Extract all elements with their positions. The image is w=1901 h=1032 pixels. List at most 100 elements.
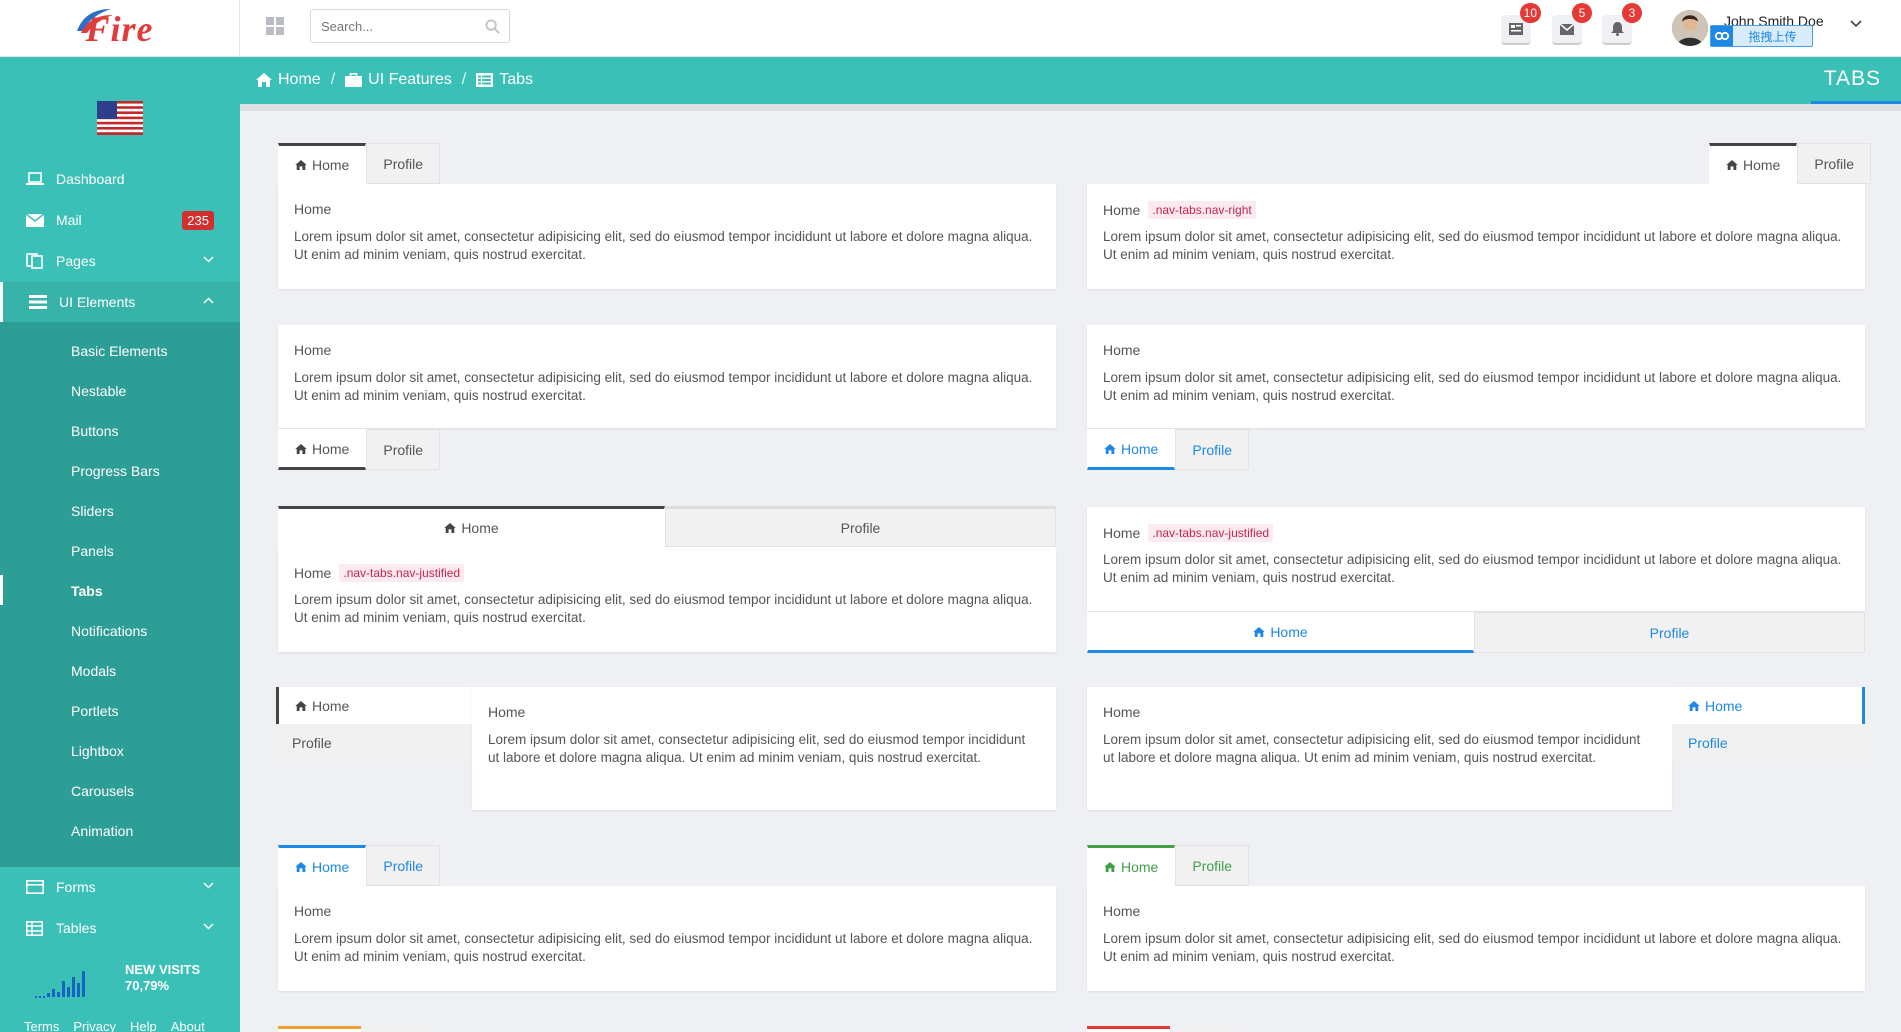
tab-heading: Home [1103,202,1141,218]
submenu-item[interactable]: Basic Elements [71,343,167,363]
upload-widget[interactable]: 拖拽上传 [1710,25,1813,47]
breadcrumb-label: UI Features [368,71,452,88]
tab-profile[interactable]: Profile [366,845,441,886]
sidebar-item-mail[interactable]: Mail 235 [0,200,240,240]
tab-profile-partial[interactable] [1170,1026,1242,1032]
tab-content: Home Lorem ipsum dolor sit amet, consect… [1087,886,1865,991]
apps-grid-icon[interactable] [265,16,287,38]
tab-home[interactable]: Home [278,506,665,547]
footer-link-help[interactable]: Help [130,1019,157,1032]
tab-profile[interactable]: Profile [1797,143,1872,184]
tab-label: Home [312,156,350,173]
sidebar-item-ui-elements[interactable]: UI Elements [0,282,240,322]
submenu-item[interactable]: Carousels [71,783,134,803]
breadcrumb-label: Home [278,71,321,88]
briefcase-icon [345,73,363,87]
tab-profile[interactable]: Profile [1175,845,1250,886]
tab-home[interactable]: Home [1087,612,1474,653]
tab-content: Home Lorem ipsum dolor sit amet, consect… [1087,325,1865,428]
sidebar-item-dashboard[interactable]: Dashboard [0,159,240,199]
chevron-down-icon [203,256,214,263]
tab-home[interactable]: Home [278,429,367,470]
tab-home[interactable]: Home [278,143,367,184]
submenu-item[interactable]: Lightbox [71,743,124,763]
tab-home[interactable]: Home [1709,143,1798,184]
tab-home[interactable]: Home [276,687,472,724]
tab-home[interactable]: Home [1087,845,1176,886]
home-icon [295,159,307,170]
tab-profile[interactable]: Profile [366,143,441,184]
sidebar-item-tables[interactable]: Tables [0,908,240,948]
tab-label: Profile [1814,155,1855,172]
tab-label: Home [1121,858,1159,875]
submenu-item[interactable]: Progress Bars [71,463,160,483]
tab-profile-partial[interactable] [361,1026,433,1032]
tab-profile[interactable]: Profile [665,506,1056,547]
tab-content: Home .nav-tabs.nav-justified Lorem ipsum … [1087,507,1865,611]
breadcrumb-tabs[interactable]: Tabs [476,71,533,89]
alerts-count-badge: 3 [1622,3,1642,23]
breadcrumb-home[interactable]: Home [256,71,321,89]
logo-text: Fire [77,8,153,50]
search-icon[interactable] [485,19,500,34]
submenu-item[interactable]: Panels [71,543,114,563]
tab-heading: Home [294,565,332,581]
tab-profile[interactable]: Profile [1672,724,1865,761]
home-icon [295,700,307,711]
tab-home-orange-partial[interactable] [278,1026,361,1032]
mail-button[interactable]: 5 [1552,3,1592,45]
tab-content: Home .nav-tabs.nav-right Lorem ipsum dolo… [1087,184,1865,289]
submenu-item[interactable]: Notifications [71,623,147,643]
tab-profile[interactable]: Profile [1474,612,1865,653]
tab-bar: Home Profile [1672,687,1865,761]
footer-link-terms[interactable]: Terms [24,1019,59,1032]
user-menu[interactable]: John Smith Doe 拖拽上传 [1672,10,1872,48]
submenu-item[interactable]: Nestable [71,383,126,403]
mail-count-badge: 5 [1572,3,1592,23]
avatar[interactable] [1672,10,1708,46]
breadcrumb-ui-features[interactable]: UI Features [345,71,452,89]
sidebar-item-forms[interactable]: Forms [0,867,240,907]
language-flag-icon[interactable] [97,101,143,135]
footer-link-about[interactable]: About [171,1019,205,1032]
tab-bar: Home Profile [1087,845,1250,886]
submenu-item[interactable]: Animation [71,823,133,843]
tab-profile[interactable]: Profile [1175,429,1250,470]
code-snippet: .nav-tabs.nav-justified [339,564,465,582]
submenu-item-tabs-active[interactable]: Tabs [71,583,103,603]
footer-link-privacy[interactable]: Privacy [73,1019,116,1032]
tab-home[interactable]: Home [1087,429,1176,470]
tab-label: Home [312,440,350,457]
tab-label: Home [1705,697,1743,714]
submenu-item[interactable]: Sliders [71,503,114,523]
visits-value: 70,79% [125,978,170,993]
chevron-down-icon[interactable] [1850,20,1862,28]
tab-label: Profile [1688,734,1728,751]
tab-profile[interactable]: Profile [366,429,441,470]
tab-text: Lorem ipsum dolor sit amet, consectetur … [1103,229,1842,262]
alerts-button[interactable]: 3 [1602,3,1642,45]
envelope-icon [26,213,46,227]
tasks-button[interactable]: 10 [1501,3,1541,45]
submenu-item[interactable]: Buttons [71,423,118,443]
logo-swoosh-icon [77,8,114,33]
tab-profile[interactable]: Profile [276,724,472,761]
tab-home-red-partial[interactable] [1087,1026,1170,1032]
tab-label: Profile [383,155,424,172]
tab-home[interactable]: Home [1672,687,1865,724]
tab-heading: Home [294,201,332,217]
tab-text: Lorem ipsum dolor sit amet, consectetur … [1103,552,1842,585]
top-bar: Fire 10 5 3 [0,0,1901,57]
sidebar-item-pages[interactable]: Pages [0,241,240,281]
search-input[interactable] [311,10,471,42]
tab-label: Home [1121,440,1159,457]
tab-home[interactable]: Home [278,845,367,886]
submenu-item[interactable]: Modals [71,663,116,683]
tab-heading: Home [1103,342,1141,358]
laptop-icon [26,172,46,186]
tab-label: Profile [1192,441,1233,458]
upload-label: 拖拽上传 [1748,29,1797,44]
logo[interactable]: Fire [0,0,240,57]
submenu-item[interactable]: Portlets [71,703,118,723]
envelope-icon [1560,23,1574,35]
